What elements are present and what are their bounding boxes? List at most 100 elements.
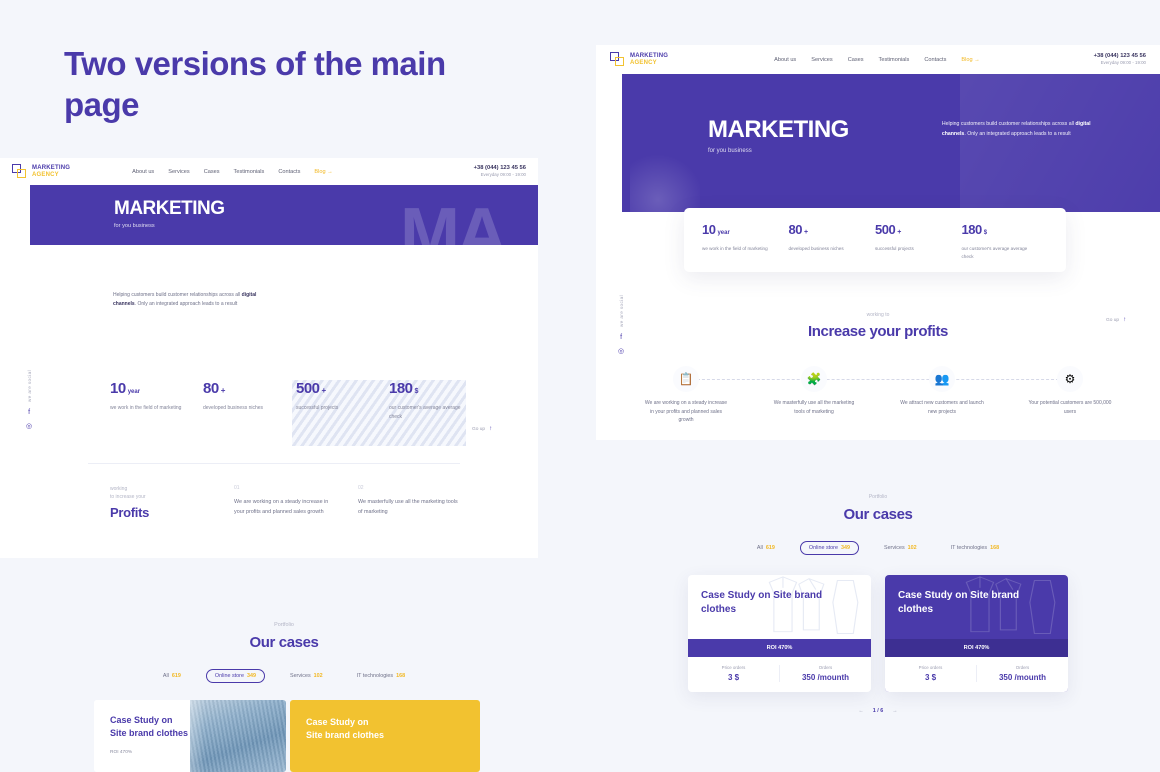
filter-count: 168 [990, 545, 1000, 551]
filter-tab-it-technologies[interactable]: IT technologies 168 [942, 541, 1008, 555]
stat-item: 80 + developed business niches [789, 221, 876, 261]
hero-subtitle: for you business [114, 223, 155, 229]
contact-block-right[interactable]: +38 (044) 123 45 56 Everyday 09:00 - 19:… [1094, 52, 1146, 66]
case-card-roi: ROI 470% [885, 639, 1068, 657]
filter-count: 349 [840, 545, 850, 551]
go-up-label: Go up [1106, 317, 1120, 323]
stat-desc: our customer's average average check [961, 246, 1028, 259]
bottom-case-card-yellow[interactable]: Case Study on Site brand clothes [290, 700, 480, 772]
nav-item-services[interactable]: Services [168, 169, 189, 175]
working-hours: Everyday 09:00 - 19:00 [480, 172, 526, 178]
logo-right[interactable]: MARKETING AGENCY [610, 52, 668, 67]
case-card[interactable]: Case Study on Site brand clothes ROI 470… [688, 575, 871, 692]
cases-pagination: ← 1 / 6 → [596, 708, 1160, 714]
facebook-icon[interactable]: f [620, 334, 622, 341]
stat-number: 180 [389, 380, 413, 397]
stat-number: 500 [875, 222, 896, 237]
hero-subtitle: for you business [708, 148, 752, 154]
bottom-case-title-line-2: Site brand clothes [306, 730, 385, 741]
arrow-up-icon: ↑ [1123, 317, 1127, 323]
hero-title: MARKETING [114, 198, 225, 219]
case-card-metrics: Price orders 3 $ Orders 350 /mounth [688, 657, 871, 692]
pagination-next-button[interactable]: → [892, 708, 897, 714]
filter-tab-all[interactable]: All 619 [154, 669, 190, 683]
mockup-right-cases: Portfolio Our cases All 619 Online store 3… [596, 446, 1160, 746]
social-rail-right: we are social f ◎ [618, 295, 624, 355]
stat-number: 10 [110, 380, 126, 397]
nav-item-about-us[interactable]: About us [132, 169, 154, 175]
filter-tab-all[interactable]: All 619 [748, 541, 784, 555]
filter-count: 102 [313, 673, 323, 679]
phone-number: +38 (044) 123 45 56 [1093, 53, 1146, 60]
hero-paragraph-part-2: . Only an integrated approach leads to a… [134, 301, 238, 308]
profits-eyebrow-1: working [110, 486, 128, 492]
filter-count: 619 [171, 673, 181, 679]
instagram-icon[interactable]: ◎ [26, 423, 32, 430]
hero-paragraph-part-2: . Only an integrated approach leads to a… [964, 130, 1071, 137]
contact-block-left[interactable]: +38 (044) 123 45 56 Everyday 09:00 - 19:… [474, 164, 526, 178]
filter-count: 349 [246, 673, 256, 679]
logo-line-1: MARKETING [630, 52, 669, 59]
stat-unit: + [897, 229, 902, 236]
case-card-title: Case Study on Site brand clothes [898, 590, 1020, 615]
working-hours: Everyday 09:00 - 19:00 [1100, 60, 1146, 66]
stat-item: 180 $ our customer's average average chec… [389, 380, 482, 421]
nav-item-contacts[interactable]: Contacts [924, 57, 946, 63]
filter-label: Online store [808, 545, 838, 551]
cases-title-right: Our cases [843, 506, 913, 523]
feature-text: We masterfully use all the marketing too… [773, 400, 855, 415]
nav-item-blog[interactable]: Blog → [961, 57, 979, 63]
case-card[interactable]: Case Study on Site brand clothes ROI 470… [885, 575, 1068, 692]
stat-unit: $ [983, 230, 988, 236]
facebook-icon[interactable]: f [28, 409, 30, 416]
social-rail-label: we are social [618, 295, 624, 328]
filter-tab-it-technologies[interactable]: IT technologies 168 [348, 669, 414, 683]
case-card-title: Case Study on Site brand clothes [701, 590, 823, 615]
pagination-current: 1 / 6 [872, 708, 884, 714]
case-metric-label: Orders [1015, 665, 1030, 670]
bottom-case-roi: ROI 470% [110, 750, 133, 756]
filter-label: Services [883, 545, 905, 551]
go-up-button-left[interactable]: Go up ↑ [472, 426, 492, 432]
hero-paragraph-right: Helping customers build customer relatio… [942, 120, 1094, 154]
filter-tab-services[interactable]: Services 102 [281, 669, 332, 683]
case-metric-value: 350 /mounth [801, 673, 850, 682]
nav-item-cases[interactable]: Cases [848, 57, 864, 63]
filter-tab-services[interactable]: Services 102 [875, 541, 926, 555]
case-metric-label: Price orders [721, 665, 746, 670]
go-up-button-right[interactable]: Go up ↑ [1106, 317, 1126, 323]
feature-item: 📋 We are working on a steady increase in… [622, 366, 750, 425]
stat-unit: $ [414, 388, 419, 395]
increase-title: Increase your profits [808, 323, 948, 340]
nav-item-testimonials[interactable]: Testimonials [879, 57, 910, 63]
bottom-case-card-photo[interactable]: Case Study on Site brand clothes ROI 470… [94, 700, 286, 772]
nav-item-services[interactable]: Services [811, 57, 832, 63]
stats-row-right: 10 year we work in the field of marketing… [702, 221, 1048, 261]
filter-tab-online-store[interactable]: Online store 349 [205, 669, 265, 683]
stat-desc: successful projects [875, 246, 914, 251]
filter-count: 168 [396, 673, 406, 679]
nav-item-contacts[interactable]: Contacts [278, 169, 300, 175]
nav-item-testimonials[interactable]: Testimonials [234, 169, 265, 175]
stats-row-left: 10 year we work in the field of marketing… [110, 380, 482, 421]
mockup-right-version-2: MARKETING AGENCY About us Services Cases… [596, 45, 1160, 440]
profits-item: 01 We are working on a steady increase i… [234, 485, 336, 520]
nav-item-about-us[interactable]: About us [774, 57, 796, 63]
filter-label: Online store [214, 673, 244, 679]
stat-unit: + [220, 386, 226, 395]
pagination-prev-button[interactable]: ← [858, 708, 863, 714]
instagram-icon[interactable]: ◎ [618, 348, 624, 355]
main-nav-right: About us Services Cases Testimonials Con… [774, 57, 980, 63]
hero-banner-left: MA MARKETING for you business [30, 185, 538, 245]
case-metric-value: 350 /mounth [998, 673, 1047, 682]
filter-tab-online-store[interactable]: Online store 349 [799, 541, 859, 555]
phone-number: +38 (044) 123 45 56 [473, 165, 526, 172]
logo-left[interactable]: MARKETING AGENCY [12, 164, 70, 179]
feature-item: 👥 We attract new customers and launch ne… [878, 366, 1006, 425]
case-cards-row: Case Study on Site brand clothes ROI 470… [688, 575, 1068, 692]
stat-number: 180 [961, 222, 983, 237]
stat-desc: developed business niches [203, 405, 264, 411]
social-rail-left: we are social f ◎ [26, 370, 32, 430]
nav-item-cases[interactable]: Cases [204, 169, 220, 175]
nav-item-blog[interactable]: Blog → [314, 169, 332, 175]
